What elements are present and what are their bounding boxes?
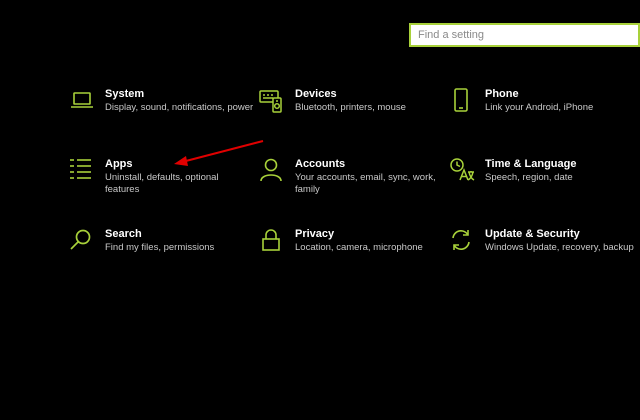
tile-description: Link your Android, iPhone <box>485 102 594 113</box>
settings-search-box[interactable] <box>409 23 640 47</box>
search-icon <box>69 228 95 254</box>
tile-title: Search <box>105 228 142 240</box>
tile-description: Display, sound, notifications, power <box>105 102 254 113</box>
tile-title: Time & Language <box>485 158 577 170</box>
tile-description: Uninstall, defaults, optional features <box>105 172 219 195</box>
sync-icon <box>449 228 475 254</box>
tile-description: Windows Update, recovery, backup <box>485 242 634 253</box>
tile-title: System <box>105 88 145 100</box>
tile-search[interactable]: Search Find my files, permissions <box>69 228 254 288</box>
tile-title: Devices <box>295 88 337 100</box>
tile-description: Speech, region, date <box>485 172 573 183</box>
tile-system[interactable]: System Display, sound, notifications, po… <box>69 88 254 148</box>
lock-icon <box>259 228 285 254</box>
keyboard-speaker-icon <box>259 88 285 114</box>
time-language-icon <box>449 158 475 184</box>
tile-description: Location, camera, microphone <box>295 242 423 253</box>
monitor-icon <box>69 88 95 114</box>
person-icon <box>259 158 285 184</box>
tile-title: Update & Security <box>485 228 580 240</box>
tile-apps[interactable]: Apps Uninstall, defaults, optional featu… <box>69 158 254 218</box>
tile-devices[interactable]: Devices Bluetooth, printers, mouse <box>259 88 444 148</box>
tile-accounts[interactable]: Accounts Your accounts, email, sync, wor… <box>259 158 444 218</box>
apps-list-icon <box>69 158 95 184</box>
tile-description: Find my files, permissions <box>105 242 215 253</box>
tile-description: Bluetooth, printers, mouse <box>295 102 406 113</box>
tile-title: Phone <box>485 88 519 100</box>
tile-update-security[interactable]: Update & Security Windows Update, recove… <box>449 228 634 288</box>
tile-description: Your accounts, email, sync, work, family <box>295 172 436 195</box>
tile-privacy[interactable]: Privacy Location, camera, microphone <box>259 228 444 288</box>
phone-icon <box>449 88 475 114</box>
tile-title: Privacy <box>295 228 335 240</box>
search-input[interactable] <box>411 25 618 45</box>
tile-title: Accounts <box>295 158 346 170</box>
tile-phone[interactable]: Phone Link your Android, iPhone <box>449 88 634 148</box>
tile-time-language[interactable]: Time & Language Speech, region, date <box>449 158 634 218</box>
tile-title: Apps <box>105 158 133 170</box>
